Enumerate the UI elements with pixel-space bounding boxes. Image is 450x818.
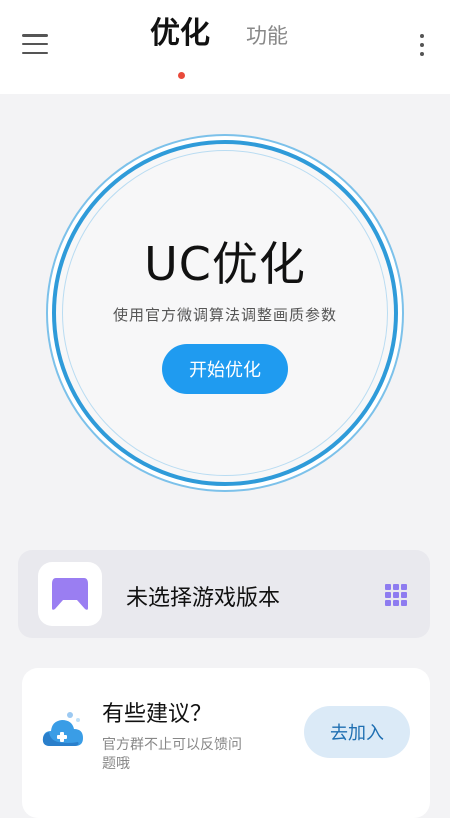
controller-icon <box>52 578 88 610</box>
cloud-icon <box>42 712 83 746</box>
join-group-button[interactable]: 去加入 <box>304 706 410 758</box>
suggestion-card: 有些建议？ 官方群不止可以反馈问题哦 去加入 <box>22 668 430 818</box>
suggestion-title: 有些建议？ <box>102 702 213 727</box>
game-icon-container <box>38 562 102 626</box>
suggestion-description: 官方群不止可以反馈问题哦 <box>102 737 242 772</box>
menu-icon[interactable] <box>22 34 48 54</box>
game-version-card[interactable]: 未选择游戏版本 <box>18 550 430 638</box>
tab-function[interactable]: 功能 <box>246 20 288 50</box>
tab-optimize[interactable]: 优化 <box>150 8 210 52</box>
active-tab-indicator <box>178 72 185 79</box>
game-version-label: 未选择游戏版本 <box>126 586 281 611</box>
optimize-title: UC优化 <box>144 237 306 291</box>
start-optimize-button[interactable]: 开始优化 <box>162 344 288 394</box>
optimize-subtitle: 使用官方微调算法调整画质参数 <box>112 306 337 324</box>
grid-icon[interactable] <box>385 584 407 606</box>
app-header: 优化 功能 <box>0 0 450 94</box>
more-options-icon[interactable] <box>418 34 426 56</box>
